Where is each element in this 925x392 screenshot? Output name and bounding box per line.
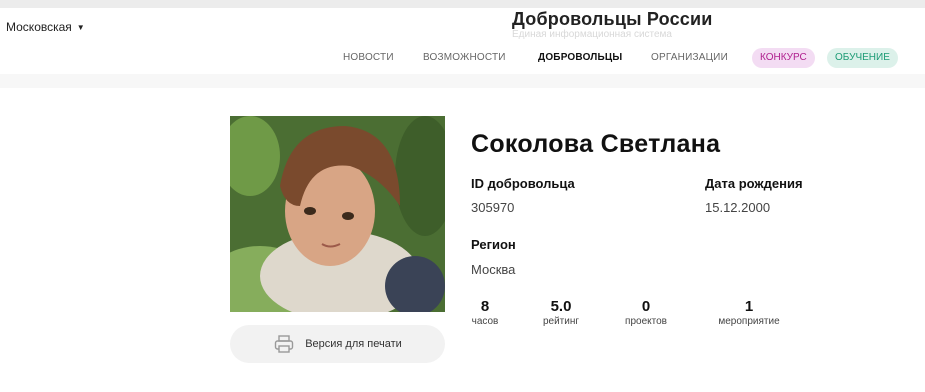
logo-title: Добровольцы России [512, 9, 713, 29]
nav-item-news[interactable]: НОВОСТИ [343, 52, 394, 63]
nav-pill-learning[interactable]: ОБУЧЕНИЕ [827, 48, 898, 68]
top-band [0, 0, 925, 8]
birth-date-label: Дата рождения [705, 176, 803, 191]
nav-divider [0, 74, 925, 88]
printer-icon [275, 335, 294, 353]
region-value: Москва [471, 262, 516, 277]
stat-value: 8 [480, 298, 490, 315]
caret-down-icon: ▼ [76, 22, 85, 32]
site-logo[interactable]: Добровольцы России Единая информационная… [512, 9, 713, 40]
volunteer-id-label: ID добровольца [471, 176, 575, 191]
stat-label: часов [471, 316, 499, 327]
volunteer-id-value: 305970 [471, 200, 515, 215]
stat-label: мероприятие [718, 316, 780, 327]
stat-label: проектов [625, 316, 667, 327]
stat-projects: 0 проектов [614, 298, 678, 327]
portrait-image [230, 116, 445, 312]
print-version-button[interactable]: Версия для печати [230, 325, 445, 363]
stat-label: рейтинг [542, 316, 580, 327]
nav-pill-contest[interactable]: КОНКУРС [752, 48, 815, 68]
logo-subtitle: Единая информационная система [512, 29, 672, 40]
stat-events: 1 мероприятие [704, 298, 794, 327]
region-selector[interactable]: Московская ▼ [6, 20, 85, 34]
nav-item-volunteers[interactable]: ДОБРОВОЛЬЦЫ [538, 52, 622, 63]
volunteer-name: Соколова Светлана [471, 130, 721, 158]
volunteer-photo [230, 116, 445, 312]
print-version-label: Версия для печати [305, 338, 402, 350]
birth-date-value: 15.12.2000 [705, 200, 771, 215]
stat-value: 1 [744, 298, 754, 315]
main-nav: НОВОСТИ ВОЗМОЖНОСТИ ДОБРОВОЛЬЦЫ ОРГАНИЗА… [0, 44, 925, 74]
nav-item-opportunities[interactable]: ВОЗМОЖНОСТИ [423, 52, 506, 63]
stat-value: 5.0 [550, 298, 572, 315]
stat-hours: 8 часов [471, 298, 499, 327]
site-header: Московская ▼ Добровольцы России Единая и… [0, 8, 925, 45]
region-selector-label: Московская [6, 20, 72, 34]
region-label: Регион [471, 237, 516, 252]
stat-value: 0 [641, 298, 651, 315]
nav-item-organizations[interactable]: ОРГАНИЗАЦИИ [651, 52, 728, 63]
stat-rating: 5.0 рейтинг [533, 298, 589, 327]
